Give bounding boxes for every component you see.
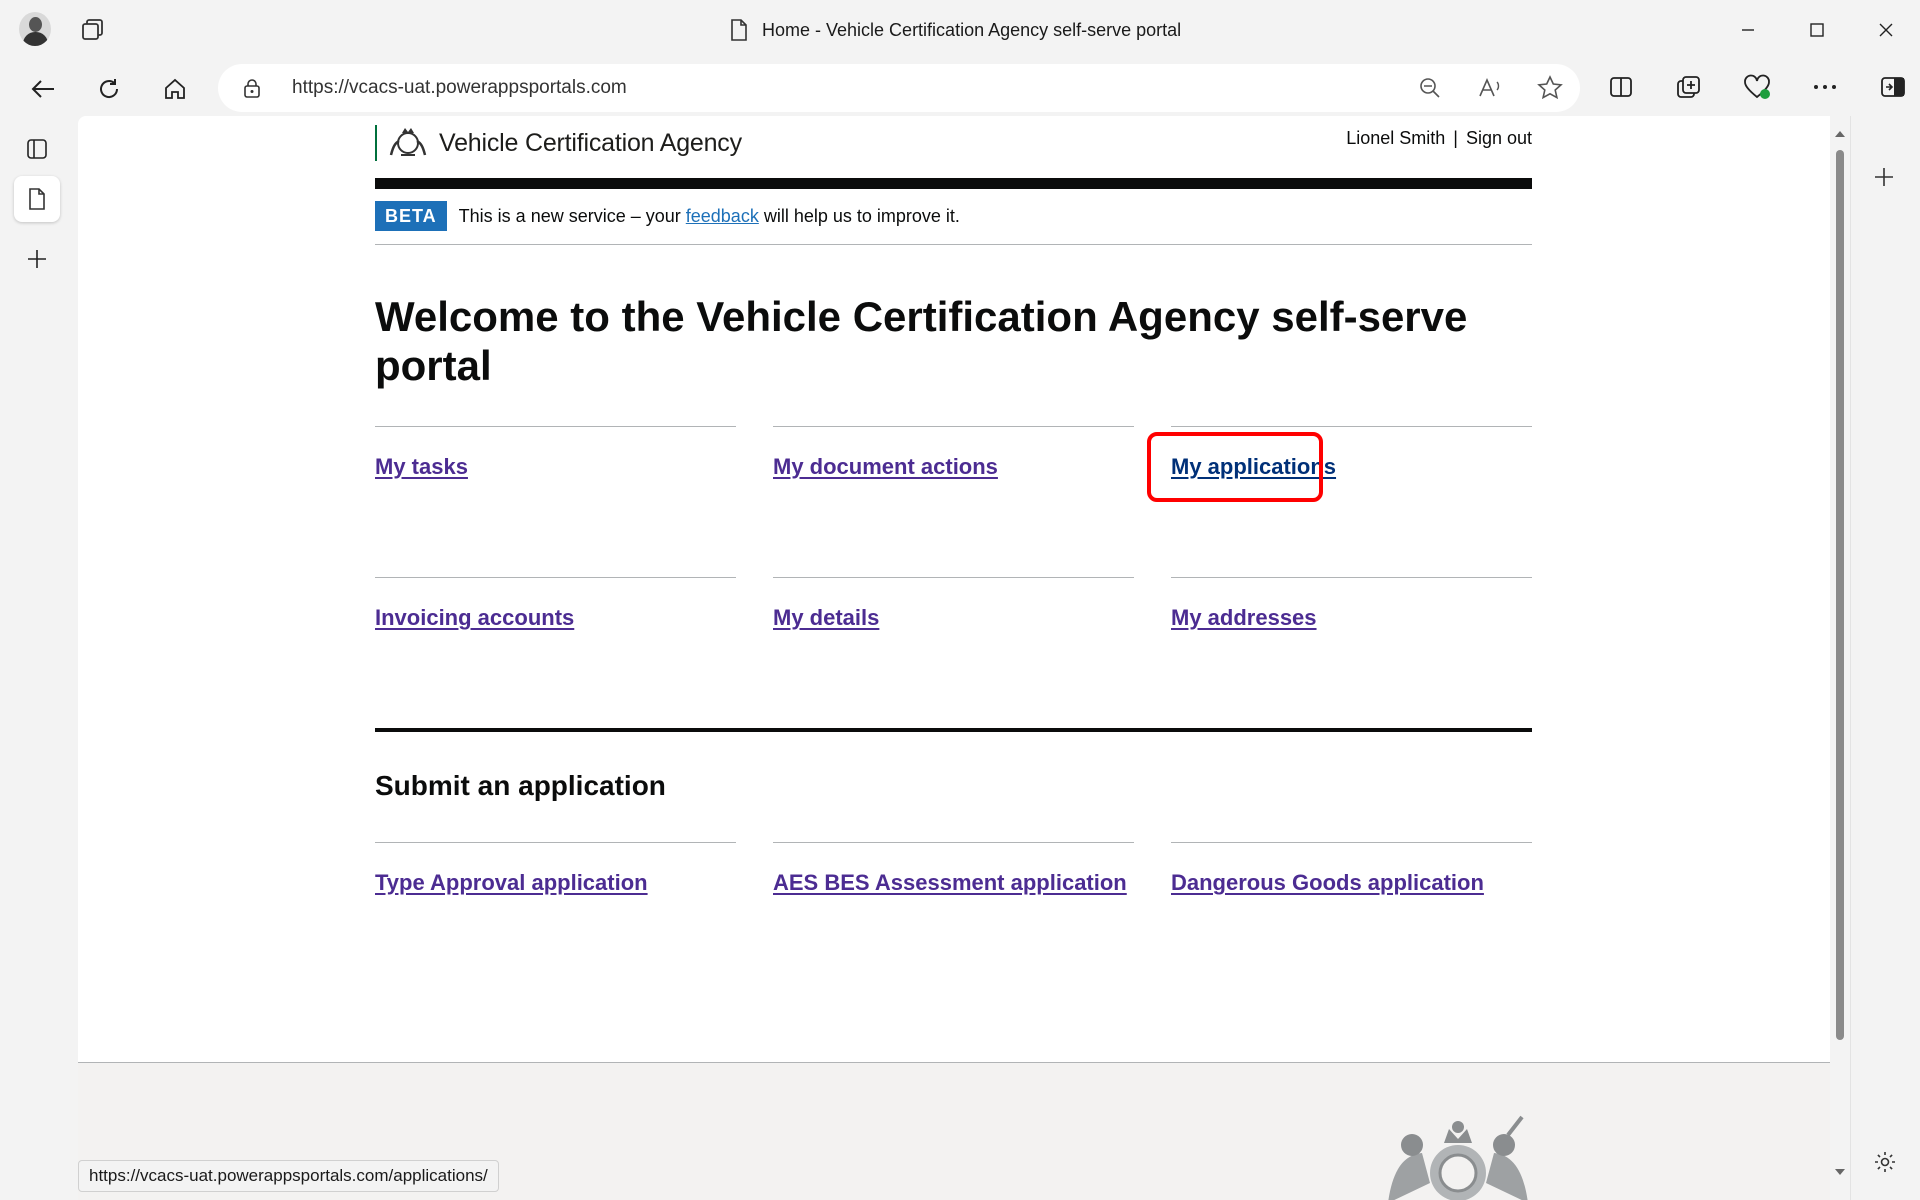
- sidebar-toggle-button[interactable]: [1876, 70, 1910, 104]
- more-menu-button[interactable]: [1808, 70, 1842, 104]
- feedback-link[interactable]: feedback: [686, 206, 759, 226]
- my-tasks-link[interactable]: My tasks: [375, 454, 468, 480]
- gear-icon: [1875, 1152, 1895, 1172]
- back-arrow-icon: [31, 80, 54, 98]
- phase-banner: BETA This is a new service – your feedba…: [375, 201, 1532, 245]
- beta-tag: BETA: [375, 201, 447, 231]
- close-button[interactable]: [1851, 0, 1920, 60]
- my-document-actions-link[interactable]: My document actions: [773, 454, 998, 480]
- home-button[interactable]: [158, 72, 192, 106]
- page-icon: [29, 188, 45, 210]
- lock-icon[interactable]: [242, 78, 262, 98]
- card-dangerous-goods: Dangerous Goods application: [1171, 842, 1532, 896]
- more-dots-icon: [1814, 85, 1836, 89]
- scroll-down-icon[interactable]: [1832, 1166, 1848, 1178]
- split-screen-icon: [1610, 77, 1632, 97]
- sidebar-icon: [1881, 77, 1905, 97]
- invoicing-accounts-link[interactable]: Invoicing accounts: [375, 605, 574, 631]
- address-bar[interactable]: https://vcacs-uat.powerappsportals.com: [218, 64, 1580, 112]
- my-details-link[interactable]: My details: [773, 605, 879, 631]
- type-approval-link[interactable]: Type Approval application: [375, 870, 648, 896]
- royal-crest-icon: [389, 128, 427, 156]
- tab-actions-button[interactable]: [14, 126, 60, 172]
- back-button[interactable]: [26, 72, 60, 106]
- card-my-tasks: My tasks: [375, 426, 736, 480]
- new-tab-button[interactable]: [14, 236, 60, 282]
- card-my-document-actions: My document actions: [773, 426, 1134, 480]
- maximize-button[interactable]: [1782, 0, 1851, 60]
- plus-icon: [1875, 168, 1893, 186]
- tab-vca-portal[interactable]: [14, 176, 60, 222]
- zoom-out-button[interactable]: [1414, 72, 1446, 104]
- home-icon: [165, 78, 185, 99]
- collections-button[interactable]: [1672, 70, 1706, 104]
- tab-actions-icon: [27, 139, 47, 159]
- browser-essentials-button[interactable]: [1740, 70, 1774, 104]
- aes-bes-link[interactable]: AES BES Assessment application: [773, 870, 1127, 896]
- user-links: Lionel Smith | Sign out: [1346, 128, 1532, 149]
- zoom-out-icon: [1420, 78, 1440, 98]
- refresh-icon: [100, 79, 119, 98]
- url-text[interactable]: https://vcacs-uat.powerappsportals.com: [292, 76, 627, 100]
- sidebar-settings-button[interactable]: [1873, 1150, 1897, 1179]
- brand-name: Vehicle Certification Agency: [439, 128, 742, 157]
- profile-avatar[interactable]: [19, 12, 51, 46]
- vca-logo[interactable]: Vehicle Certification Agency: [375, 125, 742, 161]
- vertical-scrollbar[interactable]: [1832, 124, 1848, 1180]
- star-icon: [1537, 75, 1563, 100]
- card-my-addresses: My addresses: [1171, 577, 1532, 631]
- page-icon: [731, 19, 747, 41]
- card-aes-bes: AES BES Assessment application: [773, 842, 1134, 896]
- window-title: Home - Vehicle Certification Agency self…: [730, 16, 1181, 44]
- section-rule: [375, 728, 1532, 732]
- page-title: Welcome to the Vehicle Certification Age…: [375, 293, 1468, 389]
- page-container: Vehicle Certification Agency Lionel Smit…: [375, 116, 1532, 895]
- favorite-button[interactable]: [1534, 72, 1566, 104]
- window-title-text: Home - Vehicle Certification Agency self…: [762, 19, 1182, 40]
- my-addresses-link[interactable]: My addresses: [1171, 605, 1317, 631]
- minimize-button[interactable]: [1713, 0, 1782, 60]
- status-bar-url: https://vcacs-uat.powerappsportals.com/a…: [78, 1160, 499, 1192]
- card-my-details: My details: [773, 577, 1134, 631]
- plus-icon: [28, 250, 46, 268]
- royal-coat-of-arms-icon: [1388, 1115, 1528, 1200]
- header-rule: [375, 178, 1532, 189]
- site-header: Vehicle Certification Agency Lionel Smit…: [375, 116, 1532, 189]
- sidebar-add-button[interactable]: [1873, 166, 1895, 193]
- user-name-link[interactable]: Lionel Smith: [1346, 128, 1445, 149]
- edge-sidebar: [1850, 116, 1920, 1200]
- collections-icon: [1677, 76, 1700, 98]
- submit-application-heading: Submit an application: [375, 770, 666, 801]
- read-aloud-button[interactable]: [1474, 72, 1506, 104]
- refresh-button[interactable]: [92, 72, 126, 106]
- workspaces-icon[interactable]: [80, 17, 106, 43]
- vertical-tab-strip: [0, 116, 76, 1200]
- card-type-approval: Type Approval application: [375, 842, 736, 896]
- page-viewport: Vehicle Certification Agency Lionel Smit…: [78, 116, 1830, 1200]
- sign-out-link[interactable]: Sign out: [1466, 128, 1532, 149]
- dangerous-goods-link[interactable]: Dangerous Goods application: [1171, 870, 1484, 896]
- link-separator: |: [1453, 128, 1458, 148]
- scrollbar-thumb[interactable]: [1836, 150, 1844, 1040]
- phase-banner-text: This is a new service – your feedback wi…: [458, 206, 960, 226]
- title-bar: Home - Vehicle Certification Agency self…: [0, 0, 1920, 60]
- read-aloud-icon: [1479, 78, 1500, 97]
- card-invoicing-accounts: Invoicing accounts: [375, 577, 736, 631]
- heart-pulse-icon: [1744, 74, 1770, 99]
- split-screen-button[interactable]: [1604, 70, 1638, 104]
- highlight-annotation: [1147, 432, 1323, 502]
- scroll-up-icon[interactable]: [1832, 128, 1848, 140]
